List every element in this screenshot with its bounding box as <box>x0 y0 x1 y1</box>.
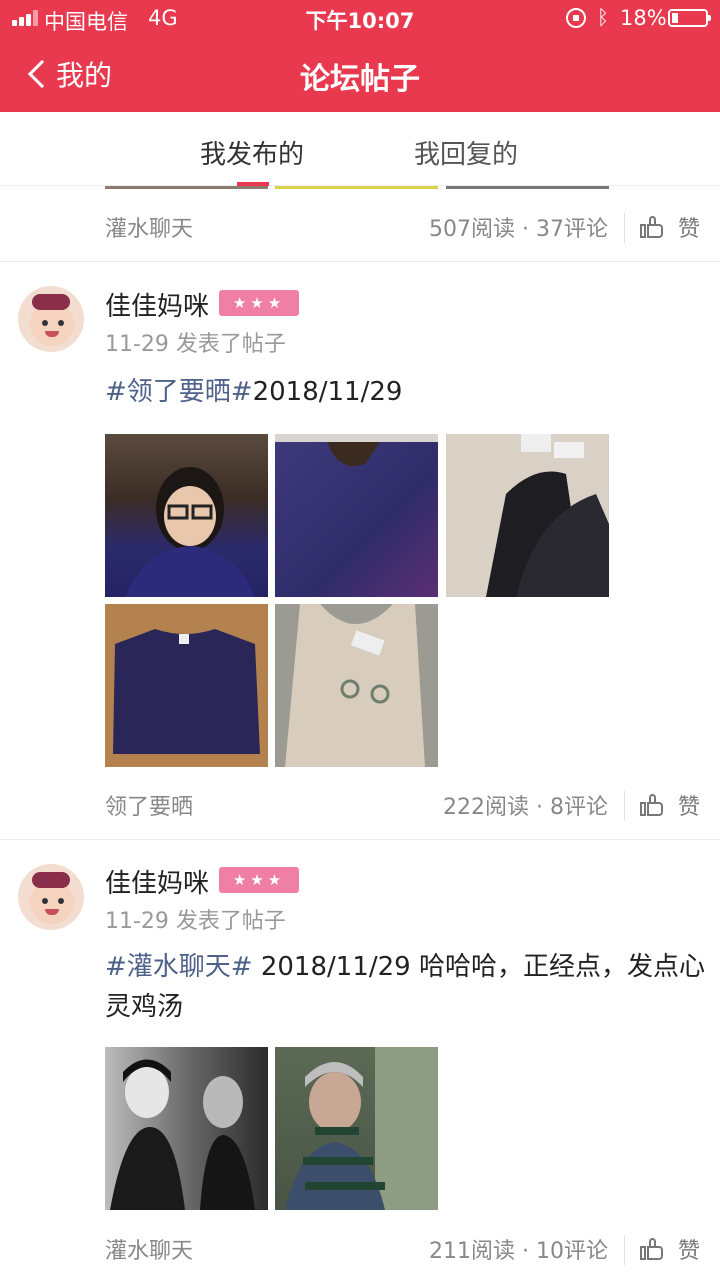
post-image-sweater-flat[interactable] <box>105 604 268 767</box>
post-image-vintage-portrait[interactable] <box>105 1047 268 1210</box>
sweater-flat-photo-icon <box>113 629 260 754</box>
thumbs-up-icon <box>640 794 664 816</box>
post-time: 11-29 发表了帖子 <box>105 909 286 934</box>
level-badge: ★★★ <box>219 290 299 316</box>
post-category[interactable]: 灌水聊天 <box>105 211 193 243</box>
slip-dress-photo-icon <box>285 604 425 767</box>
thumbs-up-icon <box>640 216 664 238</box>
bluetooth-icon: ᛒ <box>597 5 609 29</box>
post-footer: 灌水聊天 211阅读 · 10评论 赞 <box>0 1221 720 1280</box>
post-category[interactable]: 领了要晒 <box>105 789 193 821</box>
level-badge: ★★★ <box>219 867 299 893</box>
author-name[interactable]: 佳佳妈咪 <box>105 863 209 900</box>
author-name[interactable]: 佳佳妈咪 <box>105 286 209 323</box>
tab-my-posts[interactable]: 我发布的 <box>200 134 304 171</box>
pants-photo-icon <box>486 434 609 597</box>
battery-percent: 18% <box>620 6 667 30</box>
avatar[interactable] <box>18 286 84 352</box>
like-label: 赞 <box>678 795 701 820</box>
sweater-photo-icon <box>275 434 438 466</box>
status-bar: 中国电信 4G 下午10:07 ᛒ 18% <box>0 0 720 36</box>
thumbs-up-icon <box>640 1238 664 1260</box>
like-label: 赞 <box>678 217 701 242</box>
footer-divider <box>624 213 625 243</box>
post-time: 11-29 发表了帖子 <box>105 332 286 357</box>
post-stats: 211阅读 · 10评论 <box>429 1239 608 1264</box>
post-image-sweater[interactable] <box>275 434 438 597</box>
like-button[interactable]: 赞 <box>640 1229 700 1269</box>
footer-divider <box>624 1235 625 1265</box>
post-hashtag[interactable]: #灌水聊天# <box>105 952 253 982</box>
post-image-slip-dress[interactable] <box>275 604 438 767</box>
post-divider <box>0 839 720 840</box>
battery-icon <box>668 9 711 27</box>
nav-bar: 我的 论坛帖子 <box>0 36 720 112</box>
top-bar: 中国电信 4G 下午10:07 ᛒ 18% 我的 论坛帖子 <box>0 0 720 112</box>
post-category[interactable]: 灌水聊天 <box>105 1233 193 1265</box>
status-time: 下午10:07 <box>305 9 415 33</box>
post-text[interactable]: #领了要晒#2018/11/29 <box>105 372 705 412</box>
tab-bar: 我发布的 我回复的 <box>0 112 720 186</box>
post-divider <box>0 261 720 262</box>
previous-post-images <box>0 186 720 189</box>
post-text[interactable]: #灌水聊天# 2018/11/29 哈哈哈，正经点，发点心灵鸡汤 <box>105 947 705 1027</box>
vintage-portrait-photo-icon <box>110 1059 255 1210</box>
post-footer: 灌水聊天 507阅读 · 37评论 赞 <box>0 199 720 259</box>
post-hashtag[interactable]: #领了要晒# <box>105 377 253 407</box>
like-label: 赞 <box>678 1239 701 1264</box>
post-stats: 507阅读 · 37评论 <box>429 217 608 242</box>
elderly-woman-photo-icon <box>285 1047 438 1210</box>
tab-my-replies[interactable]: 我回复的 <box>414 134 518 171</box>
selfie-photo-icon <box>125 467 255 597</box>
post-footer: 领了要晒 222阅读 · 8评论 赞 <box>0 777 720 837</box>
post-body: 2018/11/29 <box>252 377 403 407</box>
rotation-lock-icon <box>566 8 586 28</box>
page-title: 论坛帖子 <box>300 62 420 97</box>
post-image-pants[interactable] <box>446 434 609 597</box>
like-button[interactable]: 赞 <box>640 785 700 825</box>
footer-divider <box>624 791 625 821</box>
post-image-selfie[interactable] <box>105 434 268 597</box>
like-button[interactable]: 赞 <box>640 207 700 247</box>
post-stats: 222阅读 · 8评论 <box>443 795 608 820</box>
avatar[interactable] <box>18 864 84 930</box>
post-image-elderly-woman[interactable] <box>275 1047 438 1210</box>
